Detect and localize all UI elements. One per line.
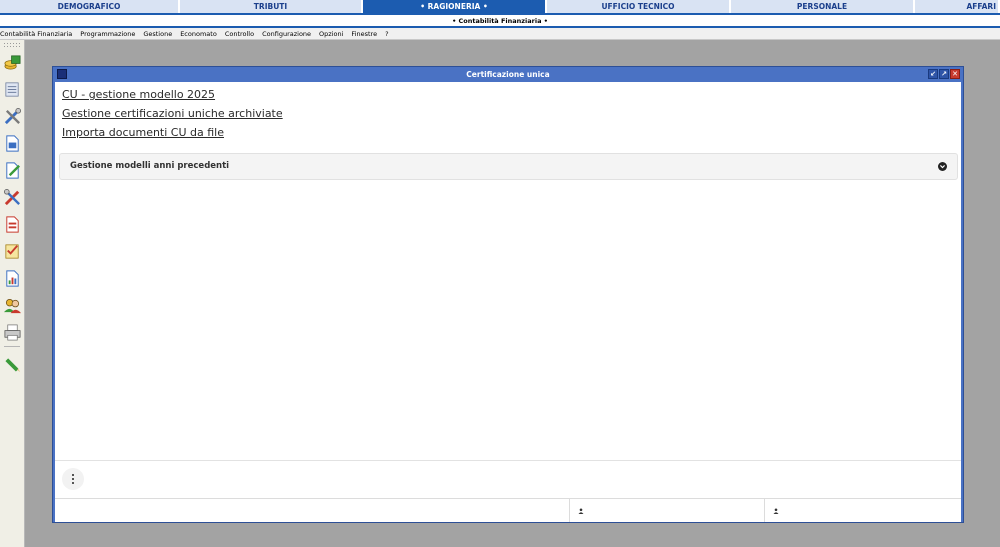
status-cell-main [55, 499, 570, 522]
checklist-icon[interactable] [2, 241, 22, 261]
menu-controllo[interactable]: Controllo [225, 30, 258, 38]
report-icon[interactable] [2, 214, 22, 234]
module-tab-ragioneria[interactable]: • RAGIONERIA • [363, 0, 547, 13]
menu-programmazione[interactable]: Programmazione [80, 30, 139, 38]
chart-document-icon[interactable] [2, 268, 22, 288]
window-controls: ↙ ↗ ✕ [928, 69, 960, 79]
accordion-modelli-precedenti[interactable]: Gestione modelli anni precedenti [59, 153, 958, 180]
menu-configurazione[interactable]: Configurazione [262, 30, 315, 38]
menu-finestre[interactable]: Finestre [351, 30, 381, 38]
left-toolbar [0, 40, 25, 547]
list-icon[interactable] [2, 79, 22, 99]
window-title: Certificazione unica [466, 70, 550, 79]
module-tab-personale[interactable]: PERSONALE [731, 0, 915, 13]
status-bar [55, 498, 961, 522]
more-options-icon[interactable] [62, 468, 84, 490]
certificazione-window: Certificazione unica ↙ ↗ ✕ CU - gestione… [52, 66, 964, 523]
document-icon[interactable] [2, 133, 22, 153]
submodule-title: • Contabilità Finanziaria • [0, 15, 1000, 26]
minimize-icon[interactable]: ↙ [928, 69, 938, 79]
tools-icon[interactable] [2, 106, 22, 126]
settings-tools-icon[interactable] [2, 187, 22, 207]
coins-icon[interactable] [2, 52, 22, 72]
document-edit-icon[interactable] [2, 160, 22, 180]
menu-opzioni[interactable]: Opzioni [319, 30, 347, 38]
menu-economato[interactable]: Economato [180, 30, 221, 38]
menu-contabilita-finanziaria[interactable]: Contabilità Finanziaria [0, 30, 76, 38]
close-icon[interactable]: ✕ [950, 69, 960, 79]
link-importa-documenti-cu[interactable]: Importa documenti CU da file [62, 126, 224, 139]
module-tabs: DEMOGRAFICO TRIBUTI • RAGIONERIA • UFFIC… [0, 0, 1000, 13]
toolbar-grip[interactable] [3, 42, 21, 47]
content-separator [55, 460, 961, 461]
module-tab-affari[interactable]: AFFARI [915, 0, 1000, 13]
status-cell-user-1 [570, 499, 765, 522]
menu-bar: Contabilità Finanziaria Programmazione G… [0, 28, 1000, 40]
window-content: CU - gestione modello 2025 Gestione cert… [55, 82, 961, 522]
pencil-icon[interactable] [2, 354, 22, 374]
link-gestione-cu-archiviate[interactable]: Gestione certificazioni uniche archiviat… [62, 107, 283, 120]
chevron-down-icon[interactable] [938, 162, 947, 171]
menu-help[interactable]: ? [385, 30, 392, 38]
accordion-title: Gestione modelli anni precedenti [70, 161, 230, 171]
module-tab-ufficio-tecnico[interactable]: UFFICIO TECNICO [547, 0, 731, 13]
status-cell-user-2 [765, 499, 961, 522]
link-cu-gestione-modello[interactable]: CU - gestione modello 2025 [62, 88, 215, 101]
user-icon [773, 508, 779, 514]
printer-icon[interactable] [2, 322, 22, 342]
users-icon[interactable] [2, 295, 22, 315]
menu-gestione[interactable]: Gestione [143, 30, 176, 38]
module-tab-tributi[interactable]: TRIBUTI [180, 0, 363, 13]
window-titlebar[interactable]: Certificazione unica ↙ ↗ ✕ [53, 67, 963, 82]
toolbar-separator [4, 346, 20, 347]
module-tab-demografico[interactable]: DEMOGRAFICO [0, 0, 180, 13]
maximize-icon[interactable]: ↗ [939, 69, 949, 79]
user-icon [578, 508, 584, 514]
